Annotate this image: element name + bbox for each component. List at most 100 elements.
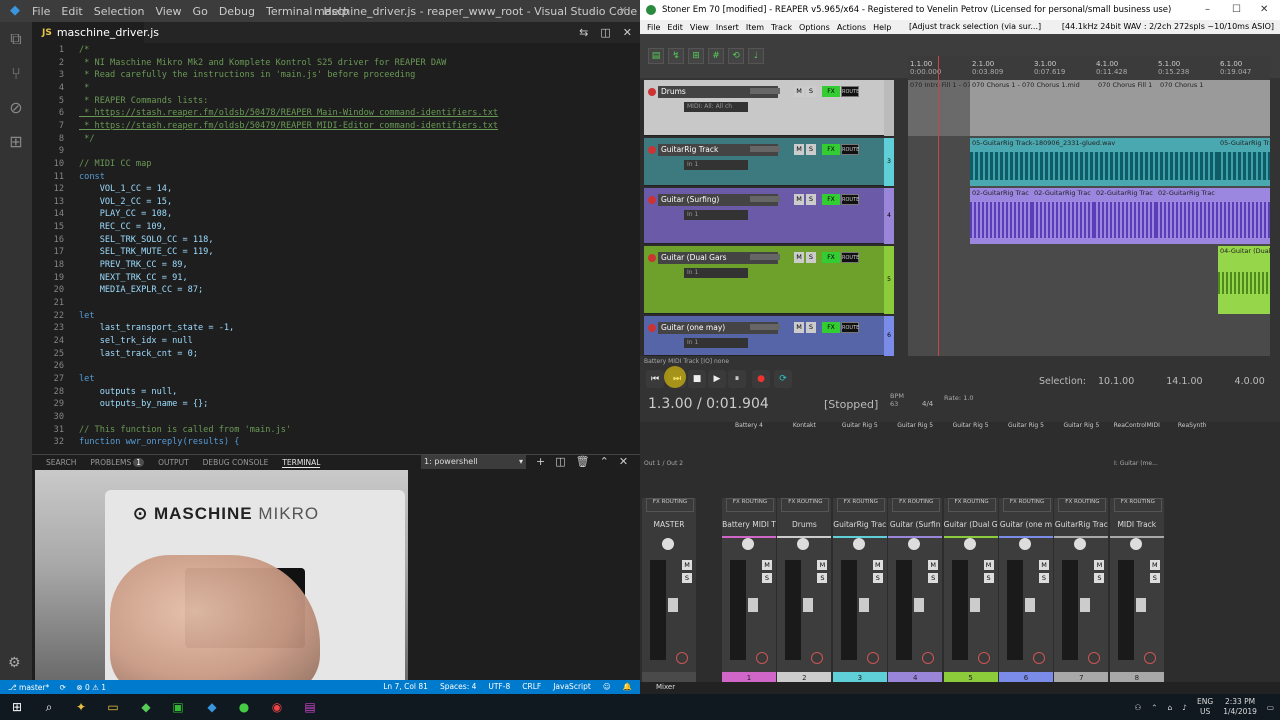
- menu-item-insert[interactable]: Insert: [716, 23, 739, 32]
- menu-item-item[interactable]: Item: [746, 23, 764, 32]
- menu-item-view[interactable]: View: [690, 23, 709, 32]
- tab-problems[interactable]: PROBLEMS 1: [90, 458, 145, 467]
- mixer-fader[interactable]: [803, 598, 814, 612]
- media-item[interactable]: 02-GuitarRig Trac: [1032, 188, 1094, 244]
- record-arm-button[interactable]: [648, 324, 656, 332]
- fx-routing-buttons[interactable]: FX ROUTING: [1003, 498, 1051, 512]
- close-panel-icon[interactable]: ✕: [619, 455, 628, 468]
- notifications-icon[interactable]: ▭: [1267, 703, 1274, 712]
- mixer-docker-tab[interactable]: Mixer: [640, 682, 1280, 694]
- mixer-record-arm[interactable]: [977, 652, 990, 664]
- menu-item-terminal[interactable]: Terminal: [266, 5, 313, 18]
- menu-item-edit[interactable]: Edit: [667, 23, 683, 32]
- app-icon[interactable]: ✦: [72, 698, 90, 716]
- mixer-solo-button[interactable]: S: [1149, 573, 1160, 583]
- volume-fader[interactable]: [750, 196, 780, 202]
- chevron-up-icon[interactable]: ⌃: [1151, 703, 1157, 712]
- route-button[interactable]: ROUTE: [841, 144, 859, 155]
- mixer-record-arm[interactable]: [756, 652, 768, 664]
- mixer-fader[interactable]: [1135, 598, 1146, 612]
- bpm-display[interactable]: BPM 63: [890, 392, 904, 408]
- fx-routing-buttons[interactable]: FX ROUTING: [947, 498, 996, 512]
- media-item[interactable]: 04-Guitar (Dual: [1218, 246, 1270, 314]
- network-icon[interactable]: ⌂: [1167, 703, 1172, 712]
- solo-button[interactable]: S: [806, 194, 816, 205]
- menu-item-file[interactable]: File: [32, 5, 50, 18]
- record-icon[interactable]: ●: [752, 370, 770, 388]
- input-select[interactable]: In 1: [684, 268, 748, 278]
- mixer-mute-button[interactable]: M: [1094, 560, 1105, 570]
- fx-routing-buttons[interactable]: FX ROUTING: [646, 498, 694, 512]
- maximize-icon[interactable]: ☐: [1232, 4, 1241, 15]
- selection-length[interactable]: 4.0.00: [1235, 376, 1265, 387]
- close-icon[interactable]: ✕: [1260, 4, 1268, 15]
- new-terminal-icon[interactable]: +: [536, 455, 545, 468]
- go-to-start-icon[interactable]: ⏮: [646, 370, 664, 388]
- fx-slot-label[interactable]: Guitar Rig 5: [999, 422, 1053, 429]
- mixer-record-arm[interactable]: [922, 652, 935, 664]
- menu-item-track[interactable]: Track: [771, 23, 792, 32]
- track-header[interactable]: Guitar (one may) M S FX ROUTE In 16: [644, 316, 894, 356]
- selection-end[interactable]: 14.1.00: [1166, 376, 1202, 387]
- grid-icon[interactable]: #: [708, 48, 724, 64]
- pan-knob[interactable]: [797, 538, 810, 550]
- media-item[interactable]: 02-GuitarRig Trac: [1156, 188, 1270, 244]
- pan-knob[interactable]: [1074, 538, 1087, 550]
- fx-routing-buttons[interactable]: FX ROUTING: [1058, 498, 1107, 512]
- sync-icon[interactable]: ⟳: [60, 683, 66, 692]
- volume-icon[interactable]: ♪: [1182, 703, 1187, 712]
- route-button[interactable]: ROUTE: [841, 322, 859, 333]
- fx-routing-buttons[interactable]: FX ROUTING: [1113, 498, 1162, 512]
- tab-debug-console[interactable]: DEBUG CONSOLE: [203, 458, 269, 467]
- loop-icon[interactable]: ⟲: [728, 48, 744, 64]
- mixer-mute-button[interactable]: M: [1149, 560, 1160, 570]
- mixer-solo-button[interactable]: S: [1094, 573, 1105, 583]
- mixer-record-arm[interactable]: [1033, 652, 1045, 664]
- pan-knob[interactable]: [1129, 538, 1142, 550]
- pan-knob[interactable]: [963, 538, 976, 550]
- mixer-mute-button[interactable]: M: [872, 560, 883, 570]
- maximize-panel-icon[interactable]: ⌃: [600, 455, 609, 468]
- language-mode[interactable]: JavaScript: [553, 682, 591, 691]
- route-button[interactable]: ROUTE: [841, 86, 859, 97]
- mute-button[interactable]: M: [794, 144, 804, 155]
- input-select[interactable]: In 1: [684, 160, 748, 170]
- arrange-view[interactable]: 070 Intro Fill 1 - 070 Ch 070 Chorus 1 -…: [908, 80, 1270, 356]
- route-button[interactable]: ROUTE: [841, 194, 859, 205]
- mixer-solo-button[interactable]: S: [817, 573, 828, 583]
- media-item[interactable]: 070 Chorus 1: [1158, 80, 1270, 136]
- solo-button[interactable]: S: [806, 86, 816, 97]
- fx-slot-label[interactable]: ReaSynth: [1165, 422, 1219, 429]
- record-arm-button[interactable]: [648, 88, 656, 96]
- mixer-solo-button[interactable]: S: [928, 573, 939, 583]
- menu-item-view[interactable]: View: [155, 5, 181, 18]
- stop-icon[interactable]: ■: [688, 370, 706, 388]
- fx-slot-label[interactable]: Guitar Rig 5: [888, 422, 942, 429]
- app-icon[interactable]: ▤: [301, 698, 319, 716]
- mixer-mute-button[interactable]: M: [1039, 560, 1049, 570]
- fx-button[interactable]: FX: [822, 252, 840, 263]
- menu-item-file[interactable]: File: [647, 23, 660, 32]
- time-signature[interactable]: 4/4: [922, 400, 933, 408]
- extensions-icon[interactable]: ⊞: [0, 124, 32, 158]
- media-item[interactable]: 02-GuitarRig Trac: [970, 188, 1032, 244]
- fx-routing-buttons[interactable]: FX ROUTING: [726, 498, 774, 512]
- bell-icon[interactable]: 🔔: [623, 682, 632, 691]
- mixer-record-arm[interactable]: [676, 652, 688, 664]
- fx-routing-buttons[interactable]: FX ROUTING: [781, 498, 830, 512]
- mixer-solo-button[interactable]: S: [682, 573, 692, 583]
- input-select[interactable]: In 1: [684, 338, 748, 348]
- explorer-icon[interactable]: ⧉: [0, 22, 32, 56]
- solo-button[interactable]: S: [806, 322, 816, 333]
- fx-slot-label[interactable]: ReaControlMIDI: [1110, 422, 1164, 429]
- pan-knob[interactable]: [742, 538, 754, 550]
- line-endings[interactable]: CRLF: [522, 682, 541, 691]
- menu-item-help[interactable]: Help: [873, 23, 891, 32]
- play-icon[interactable]: ▶: [708, 370, 726, 388]
- media-item[interactable]: 070 Chorus Fill 1: [1096, 80, 1158, 136]
- problems-status[interactable]: ⊗ 0 ⚠ 1: [76, 683, 106, 692]
- tab-search[interactable]: SEARCH: [46, 458, 76, 467]
- mixer-mute-button[interactable]: M: [817, 560, 828, 570]
- pan-knob[interactable]: [662, 538, 674, 550]
- app-icon[interactable]: ▣: [169, 698, 187, 716]
